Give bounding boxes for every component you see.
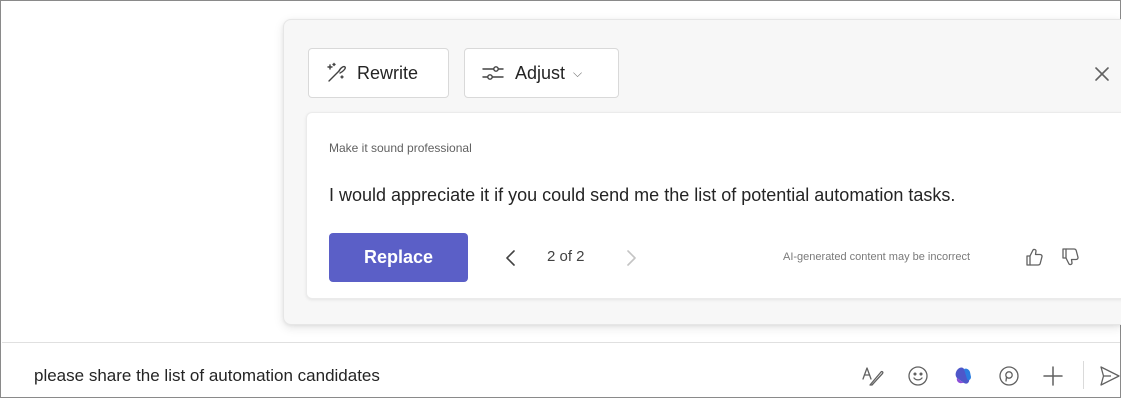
rewrite-label: Rewrite: [357, 62, 419, 83]
adjust-label: Adjust: [515, 62, 566, 83]
chat-window: Rewrite Adjust ⌵ Make it sound professio…: [0, 0, 1121, 398]
suggestion-text: I would appreciate it if you could send …: [329, 185, 956, 205]
plus-icon[interactable]: [1040, 363, 1066, 389]
replace-button[interactable]: Replace: [329, 233, 468, 282]
adjust-icon: [481, 63, 505, 83]
chevron-right-icon[interactable]: [623, 248, 639, 268]
loop-icon[interactable]: [996, 363, 1022, 389]
chevron-left-icon[interactable]: [503, 248, 519, 268]
ai-disclaimer: AI-generated content may be incorrect: [783, 251, 971, 263]
compose-divider: [2, 342, 1120, 343]
rewrite-icon: [325, 62, 347, 84]
thumbs-up-icon[interactable]: [1023, 246, 1045, 268]
prompt-text: Make it sound professional: [329, 141, 472, 155]
rewrite-button[interactable]: Rewrite: [308, 48, 449, 98]
chevron-down-icon: ⌵: [573, 65, 583, 80]
pager-count: 2 of 2: [547, 248, 585, 265]
toolbar-divider: [1083, 361, 1084, 389]
close-icon[interactable]: [1088, 60, 1116, 88]
suggestion-card: Make it sound professional I would appre…: [306, 112, 1121, 299]
copilot-rewrite-panel: Rewrite Adjust ⌵ Make it sound professio…: [283, 19, 1121, 325]
copilot-icon[interactable]: [950, 363, 976, 389]
send-icon[interactable]: [1096, 363, 1121, 389]
emoji-icon[interactable]: [905, 363, 931, 389]
format-icon[interactable]: [860, 363, 886, 389]
thumbs-down-icon[interactable]: [1059, 246, 1081, 268]
message-input[interactable]: [34, 361, 674, 391]
adjust-button[interactable]: Adjust ⌵: [464, 48, 619, 98]
